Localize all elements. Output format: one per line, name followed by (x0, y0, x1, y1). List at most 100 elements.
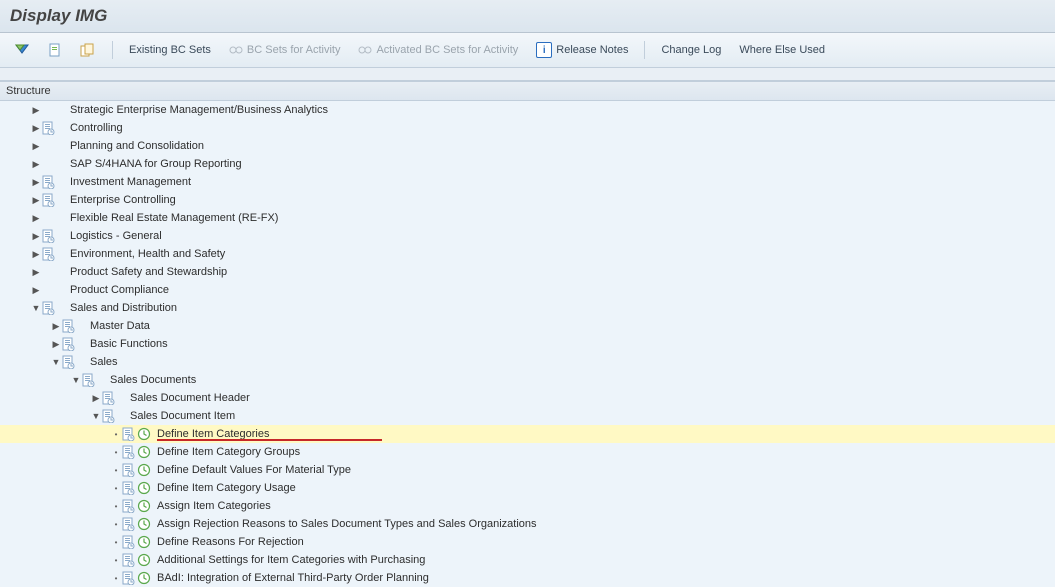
execute-clock-icon[interactable] (137, 517, 151, 531)
img-activity-doc-icon[interactable] (82, 373, 96, 387)
tree-node-label[interactable]: Flexible Real Estate Management (RE-FX) (70, 212, 278, 224)
tree-node-label[interactable]: Product Compliance (70, 284, 169, 296)
img-activity-doc-icon[interactable] (42, 301, 56, 315)
execute-clock-icon[interactable] (137, 463, 151, 477)
expand-icon[interactable]: ▶ (30, 213, 42, 224)
img-activity-doc-icon[interactable] (122, 499, 136, 513)
execute-clock-icon[interactable] (137, 445, 151, 459)
expand-icon[interactable]: ▶ (30, 249, 42, 260)
activated-bc-sets-button[interactable]: Activated BC Sets for Activity (352, 42, 524, 58)
tree-row[interactable]: •Define Default Values For Material Type (0, 461, 1055, 479)
tree-row[interactable]: ▶ Flexible Real Estate Management (RE-FX) (0, 209, 1055, 227)
tree-node-label[interactable]: Basic Functions (90, 338, 168, 350)
img-activity-doc-icon[interactable] (42, 229, 56, 243)
expand-icon[interactable]: ▶ (30, 195, 42, 206)
img-activity-doc-icon[interactable] (62, 319, 76, 333)
expand-all-button[interactable] (8, 41, 36, 59)
tree-row[interactable]: ▼ Sales and Distribution (0, 299, 1055, 317)
copy-doc-button[interactable] (74, 41, 102, 59)
execute-clock-icon[interactable] (137, 481, 151, 495)
tree-node-label[interactable]: Sales (90, 356, 118, 368)
expand-icon[interactable]: ▶ (30, 141, 42, 152)
img-activity-doc-icon[interactable] (122, 427, 136, 441)
tree-row[interactable]: •Define Reasons For Rejection (0, 533, 1055, 551)
img-activity-doc-icon[interactable] (122, 535, 136, 549)
existing-bc-sets-button[interactable]: Existing BC Sets (123, 42, 217, 58)
tree-node-label[interactable]: Define Default Values For Material Type (157, 464, 351, 476)
tree-node-label[interactable]: Controlling (70, 122, 123, 134)
tree-row[interactable]: ▶ Environment, Health and Safety (0, 245, 1055, 263)
img-activity-doc-icon[interactable] (122, 571, 136, 585)
tree-row[interactable]: ▶ Logistics - General (0, 227, 1055, 245)
tree-row[interactable]: ▶ Product Safety and Stewardship (0, 263, 1055, 281)
tree-node-label[interactable]: Enterprise Controlling (70, 194, 176, 206)
tree-node-label[interactable]: Define Item Categories (157, 428, 270, 440)
tree-node-label[interactable]: Sales and Distribution (70, 302, 177, 314)
tree-node-label[interactable]: Investment Management (70, 176, 191, 188)
tree-row[interactable]: •Define Item Categories (0, 425, 1055, 443)
tree-row[interactable]: •Define Item Category Usage (0, 479, 1055, 497)
tree-node-label[interactable]: Environment, Health and Safety (70, 248, 225, 260)
tree-node-label[interactable]: Planning and Consolidation (70, 140, 204, 152)
expand-icon[interactable]: ▶ (30, 285, 42, 296)
execute-clock-icon[interactable] (137, 553, 151, 567)
tree-node-label[interactable]: Logistics - General (70, 230, 162, 242)
tree-node-label[interactable]: SAP S/4HANA for Group Reporting (70, 158, 242, 170)
img-activity-doc-icon[interactable] (122, 517, 136, 531)
tree-row[interactable]: ▶ Sales Document Header (0, 389, 1055, 407)
img-activity-doc-icon[interactable] (62, 355, 76, 369)
tree-row[interactable]: ▶ Master Data (0, 317, 1055, 335)
tree-row[interactable]: ▶Basic Functions (0, 335, 1055, 353)
tree-row[interactable]: •Assign Item Categories (0, 497, 1055, 515)
collapse-icon[interactable]: ▼ (70, 375, 82, 385)
release-notes-button[interactable]: i Release Notes (530, 40, 634, 60)
img-activity-doc-icon[interactable] (122, 481, 136, 495)
expand-icon[interactable]: ▶ (30, 231, 42, 242)
where-else-used-button[interactable]: Where Else Used (733, 42, 831, 58)
tree-row[interactable]: •Assign Rejection Reasons to Sales Docum… (0, 515, 1055, 533)
img-activity-doc-icon[interactable] (42, 121, 56, 135)
tree-row[interactable]: •BAdI: Integration of External Third-Par… (0, 569, 1055, 587)
execute-clock-icon[interactable] (137, 535, 151, 549)
expand-icon[interactable]: ▶ (90, 393, 102, 404)
tree-row[interactable]: ▶ Product Compliance (0, 281, 1055, 299)
tree-node-label[interactable]: Assign Rejection Reasons to Sales Docume… (157, 518, 537, 530)
tree-row[interactable]: ▶ Planning and Consolidation (0, 137, 1055, 155)
collapse-icon[interactable]: ▼ (90, 411, 102, 421)
tree-node-label[interactable]: Define Item Category Groups (157, 446, 300, 458)
tree-node-label[interactable]: Product Safety and Stewardship (70, 266, 227, 278)
expand-icon[interactable]: ▶ (30, 159, 42, 170)
execute-clock-icon[interactable] (137, 427, 151, 441)
tree-row[interactable]: ▶Strategic Enterprise Management/Busines… (0, 101, 1055, 119)
img-activity-doc-icon[interactable] (102, 391, 116, 405)
img-activity-doc-icon[interactable] (42, 175, 56, 189)
expand-icon[interactable]: ▶ (30, 105, 42, 116)
change-log-button[interactable]: Change Log (655, 42, 727, 58)
img-activity-doc-icon[interactable] (42, 193, 56, 207)
expand-icon[interactable]: ▶ (50, 321, 62, 332)
execute-clock-icon[interactable] (137, 571, 151, 585)
expand-icon[interactable]: ▶ (30, 177, 42, 188)
tree-node-label[interactable]: Additional Settings for Item Categories … (157, 554, 425, 566)
tree-row[interactable]: ▶ Enterprise Controlling (0, 191, 1055, 209)
expand-icon[interactable]: ▶ (30, 267, 42, 278)
img-activity-doc-icon[interactable] (122, 553, 136, 567)
img-activity-doc-icon[interactable] (42, 247, 56, 261)
tree-row[interactable]: •Define Item Category Groups (0, 443, 1055, 461)
tree-row[interactable]: ▼ Sales (0, 353, 1055, 371)
tree-node-label[interactable]: Sales Document Header (130, 392, 250, 404)
expand-icon[interactable]: ▶ (30, 123, 42, 134)
tree-row[interactable]: •Additional Settings for Item Categories… (0, 551, 1055, 569)
img-activity-doc-icon[interactable] (122, 463, 136, 477)
collapse-icon[interactable]: ▼ (30, 303, 42, 313)
tree-row[interactable]: ▶ SAP S/4HANA for Group Reporting (0, 155, 1055, 173)
tree-node-label[interactable]: Define Item Category Usage (157, 482, 296, 494)
tree-row[interactable]: ▶ Investment Management (0, 173, 1055, 191)
tree-node-label[interactable]: Define Reasons For Rejection (157, 536, 304, 548)
tree-node-label[interactable]: Assign Item Categories (157, 500, 271, 512)
tree-node-label[interactable]: Master Data (90, 320, 150, 332)
tree-row[interactable]: ▶ Controlling (0, 119, 1055, 137)
tree-node-label[interactable]: BAdI: Integration of External Third-Part… (157, 572, 429, 584)
collapse-icon[interactable]: ▼ (50, 357, 62, 367)
tree-node-label[interactable]: Sales Documents (110, 374, 196, 386)
